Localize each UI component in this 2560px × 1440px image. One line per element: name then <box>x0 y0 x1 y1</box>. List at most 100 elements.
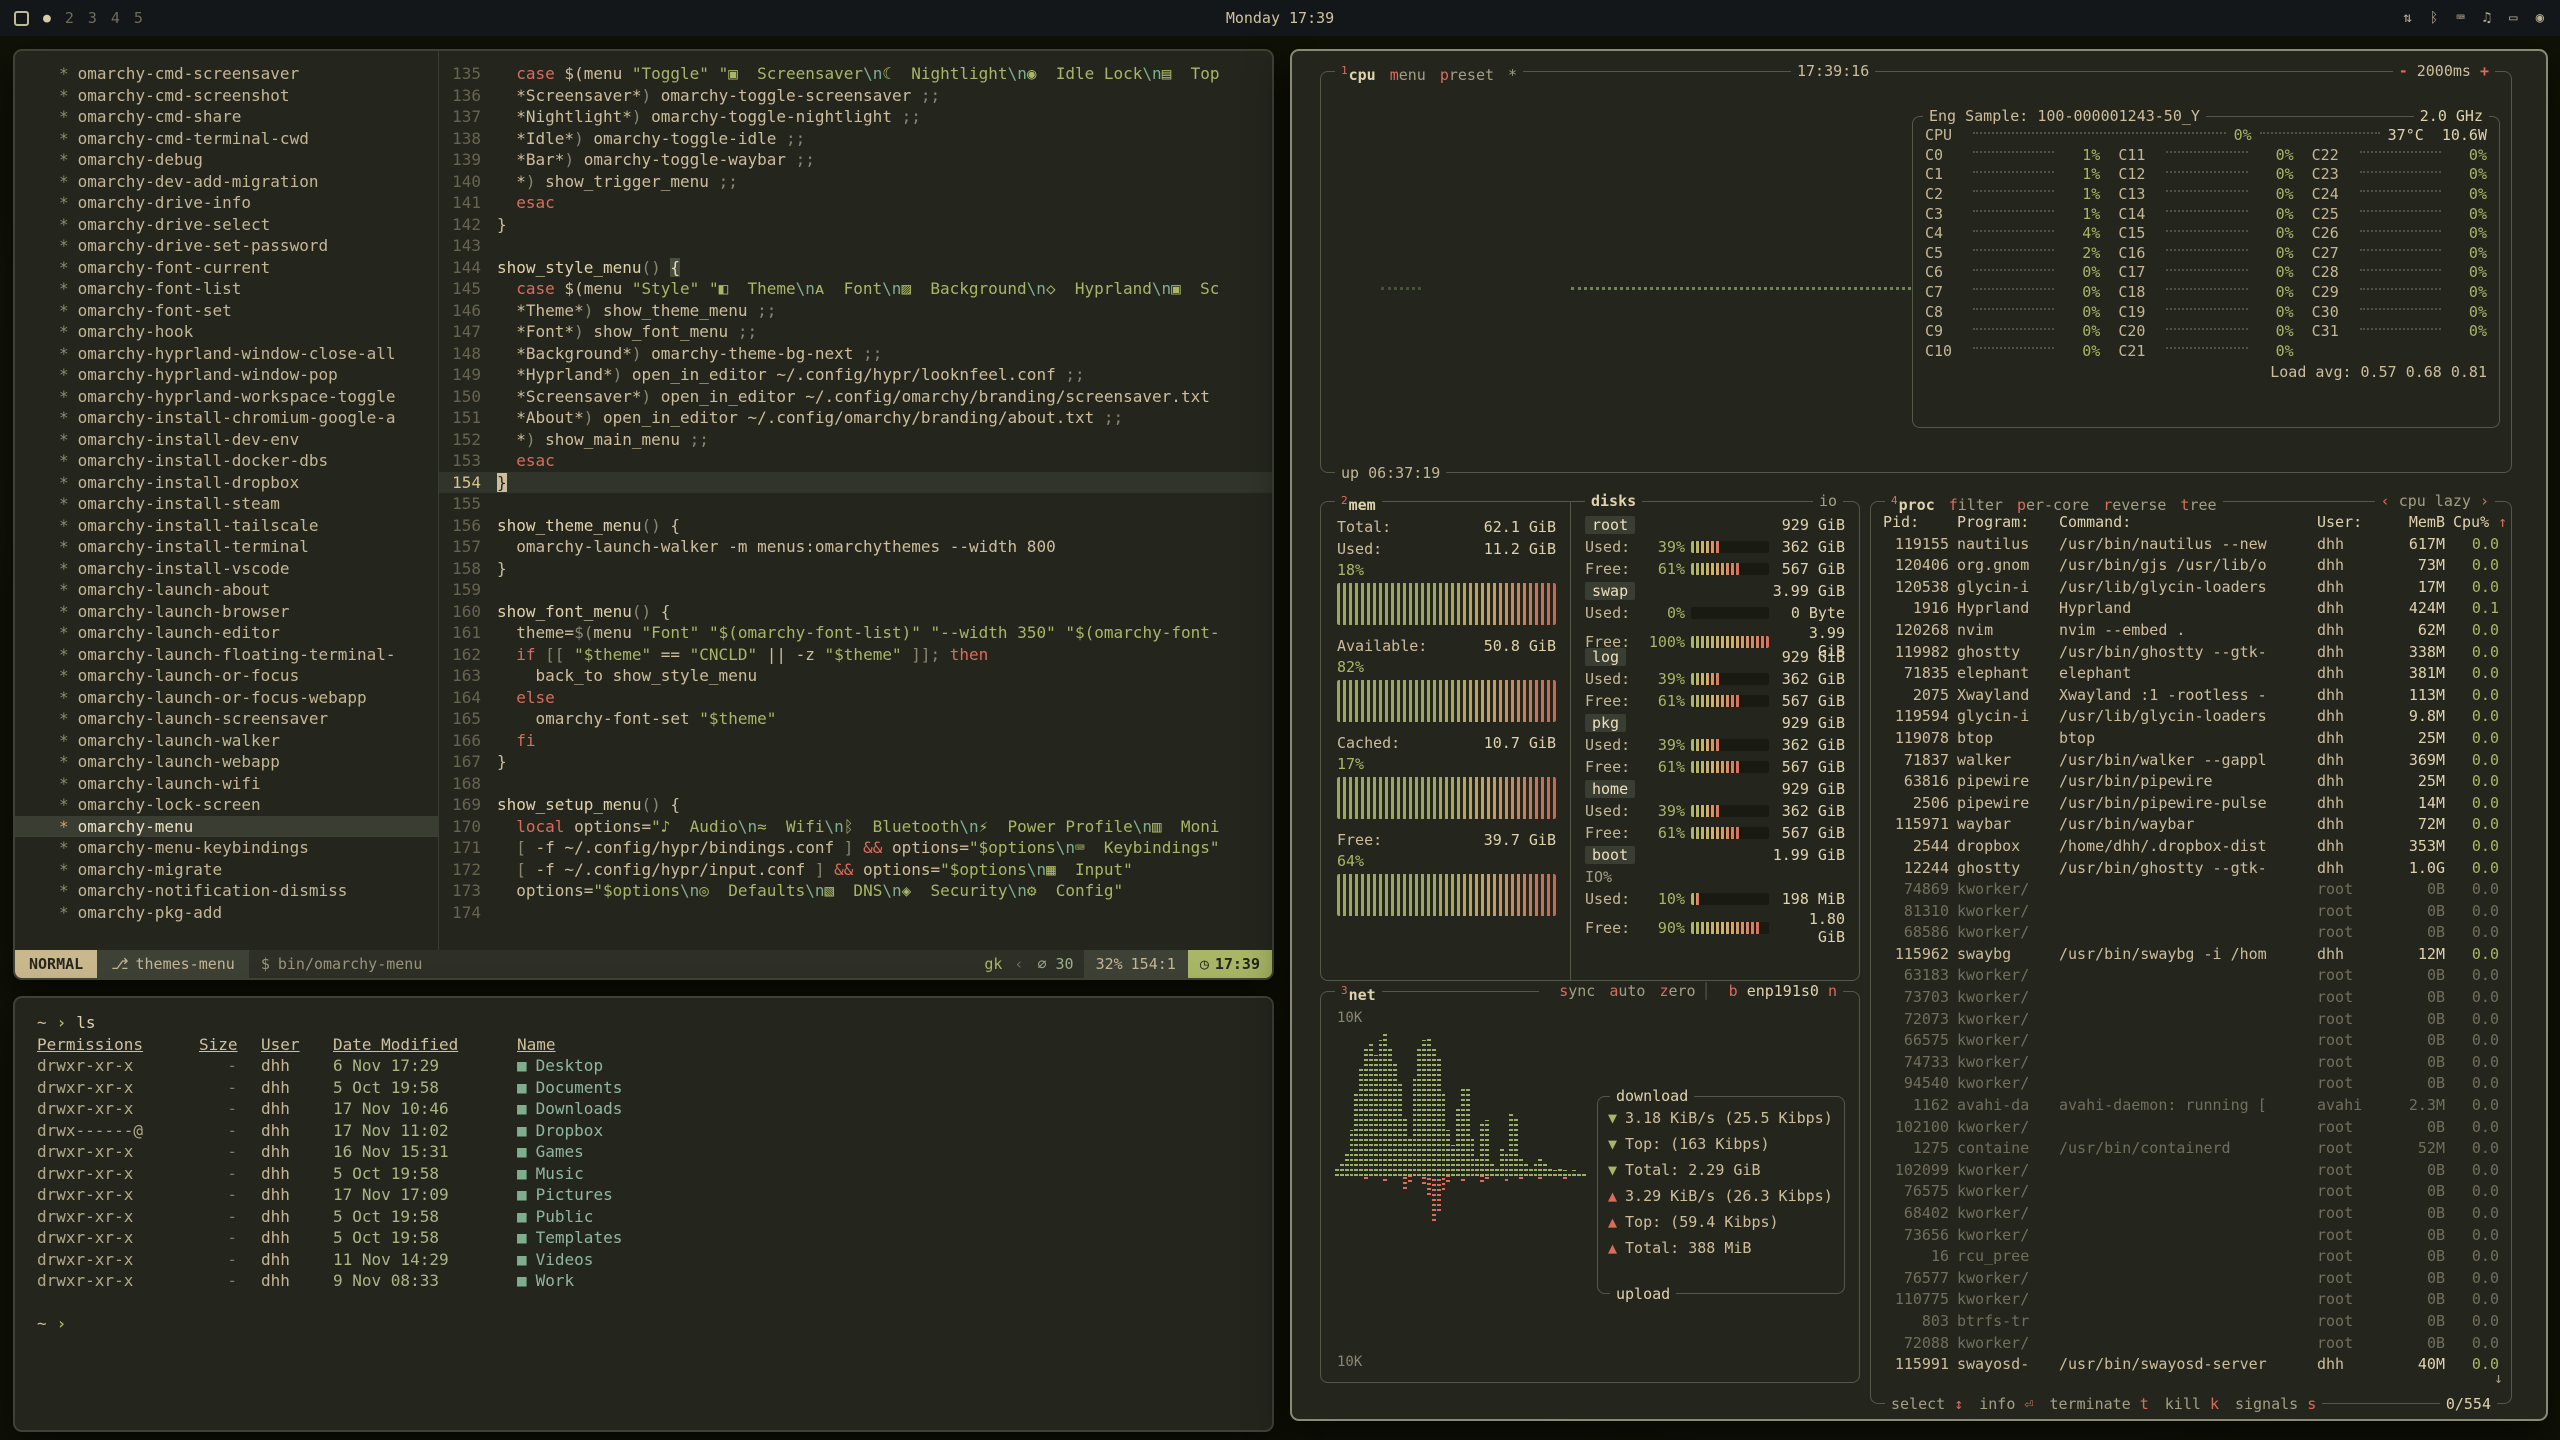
cpu-option-menu[interactable]: menu <box>1390 66 1426 84</box>
file-item[interactable]: *omarchy-menu <box>15 816 438 838</box>
net-option-zero[interactable]: zero <box>1659 982 1695 1000</box>
process-row[interactable]: 115971waybar/usr/bin/waybardhh72M0.0 <box>1871 814 2511 836</box>
proc-key-select[interactable]: select ↕ <box>1891 1394 1963 1414</box>
code-editor[interactable]: 135 case $(menu "Toggle" "▣ Screensaver\… <box>439 51 1272 950</box>
process-row[interactable]: 63183kworker/root0B0.0 <box>1871 965 2511 987</box>
process-row[interactable]: 81310kworker/root0B0.0 <box>1871 901 2511 923</box>
net-panel-title[interactable]: 3net <box>1335 981 1382 1005</box>
disk-entry[interactable]: pkg929 GiB <box>1585 712 1845 734</box>
process-row[interactable]: 120538glycin-i/usr/lib/glycin-loadersdhh… <box>1871 577 2511 599</box>
cpu-option-preset[interactable]: preset <box>1440 66 1494 84</box>
process-row[interactable]: 119594glycin-i/usr/lib/glycin-loadersdhh… <box>1871 706 2511 728</box>
update-interval[interactable]: - 2000ms + <box>2393 61 2495 81</box>
net-option-sync[interactable]: sync <box>1559 982 1595 1000</box>
process-row[interactable]: 73703kworker/root0B0.0 <box>1871 987 2511 1009</box>
proc-option-tree[interactable]: tree <box>2180 496 2216 514</box>
file-item[interactable]: *omarchy-lock-screen <box>59 794 438 816</box>
process-row[interactable]: 102099kworker/root0B0.0 <box>1871 1160 2511 1182</box>
scroll-down-icon[interactable]: ↓ <box>2494 1369 2503 1387</box>
proc-key-info[interactable]: info ⏎ <box>1979 1394 2033 1414</box>
net-option-auto[interactable]: auto <box>1609 982 1645 1000</box>
file-item[interactable]: *omarchy-launch-editor <box>59 622 438 644</box>
process-row[interactable]: 1275containe/usr/bin/containerdroot52M0.… <box>1871 1138 2511 1160</box>
file-item[interactable]: *omarchy-migrate <box>59 859 438 881</box>
process-row[interactable]: 72073kworker/root0B0.0 <box>1871 1009 2511 1031</box>
file-item[interactable]: *omarchy-install-vscode <box>59 558 438 580</box>
disk-entry[interactable]: home929 GiB <box>1585 778 1845 800</box>
process-row[interactable]: 120268nvimnvim --embed .dhh62M0.0 <box>1871 620 2511 642</box>
process-row[interactable]: 1162avahi-daavahi-daemon: running [avahi… <box>1871 1095 2511 1117</box>
file-item[interactable]: *omarchy-hook <box>59 321 438 343</box>
file-item[interactable]: *omarchy-drive-select <box>59 214 438 236</box>
file-item[interactable]: *omarchy-drive-info <box>59 192 438 214</box>
file-item[interactable]: *omarchy-launch-walker <box>59 730 438 752</box>
disk-entry[interactable]: root929 GiB <box>1585 514 1845 536</box>
process-row[interactable]: 119078btopbtopdhh25M0.0 <box>1871 728 2511 750</box>
proc-sort-mode[interactable]: ‹ cpu lazy › <box>2375 491 2495 511</box>
process-row[interactable]: 74733kworker/root0B0.0 <box>1871 1052 2511 1074</box>
proc-option-per-core[interactable]: per-core <box>2017 496 2089 514</box>
process-row[interactable]: 71835elephantelephantdhh381M0.0 <box>1871 663 2511 685</box>
file-item[interactable]: *omarchy-drive-set-password <box>59 235 438 257</box>
process-row[interactable]: 115962swaybg/usr/bin/swaybg -i /homdhh12… <box>1871 944 2511 966</box>
file-item[interactable]: *omarchy-menu-keybindings <box>59 837 438 859</box>
file-item[interactable]: *omarchy-launch-webapp <box>59 751 438 773</box>
process-row[interactable]: 94540kworker/root0B0.0 <box>1871 1073 2511 1095</box>
process-row[interactable]: 115991swayosd-/usr/bin/swayosd-serverdhh… <box>1871 1354 2511 1376</box>
file-item[interactable]: *omarchy-font-list <box>59 278 438 300</box>
terminal-window[interactable]: ~›lsPermissionsSizeUserDate ModifiedName… <box>13 996 1274 1432</box>
file-item[interactable]: *omarchy-cmd-screensaver <box>59 63 438 85</box>
file-item[interactable]: *omarchy-hyprland-window-close-all <box>59 343 438 365</box>
file-item[interactable]: *omarchy-install-docker-dbs <box>59 450 438 472</box>
file-item[interactable]: *omarchy-install-dev-env <box>59 429 438 451</box>
file-item[interactable]: *omarchy-install-dropbox <box>59 472 438 494</box>
proc-key-kill[interactable]: kill k <box>2165 1394 2219 1414</box>
file-item[interactable]: *omarchy-pkg-add <box>59 902 438 924</box>
file-item[interactable]: *omarchy-launch-or-focus-webapp <box>59 687 438 709</box>
file-item[interactable]: *omarchy-notification-dismiss <box>59 880 438 902</box>
file-item[interactable]: *omarchy-cmd-share <box>59 106 438 128</box>
process-row[interactable]: 63816pipewire/usr/bin/pipewiredhh25M0.0 <box>1871 771 2511 793</box>
process-row[interactable]: 803btrfs-trroot0B0.0 <box>1871 1311 2511 1333</box>
file-item[interactable]: *omarchy-launch-wifi <box>59 773 438 795</box>
file-item[interactable]: *omarchy-hyprland-workspace-toggle <box>59 386 438 408</box>
process-row[interactable]: 73656kworker/root0B0.0 <box>1871 1225 2511 1247</box>
file-item[interactable]: *omarchy-install-steam <box>59 493 438 515</box>
process-row[interactable]: 76577kworker/root0B0.0 <box>1871 1268 2511 1290</box>
file-item[interactable]: *omarchy-cmd-screenshot <box>59 85 438 107</box>
proc-key-terminate[interactable]: terminate t <box>2049 1394 2148 1414</box>
proc-panel-title[interactable]: 4procfilterper-corereversetree <box>1885 491 2223 515</box>
file-item[interactable]: *omarchy-font-set <box>59 300 438 322</box>
cpu-panel-title[interactable]: 1cpumenupreset* <box>1335 61 1523 85</box>
process-row[interactable]: 76575kworker/root0B0.0 <box>1871 1181 2511 1203</box>
process-row[interactable]: 74869kworker/root0B0.0 <box>1871 879 2511 901</box>
process-row[interactable]: 72088kworker/root0B0.0 <box>1871 1333 2511 1355</box>
file-item[interactable]: *omarchy-hyprland-window-pop <box>59 364 438 386</box>
process-row[interactable]: 102100kworker/root0B0.0 <box>1871 1117 2511 1139</box>
process-row[interactable]: 68402kworker/root0B0.0 <box>1871 1203 2511 1225</box>
disk-entry[interactable]: log929 GiB <box>1585 646 1845 668</box>
proc-key-signals[interactable]: signals s <box>2235 1394 2316 1414</box>
file-item[interactable]: *omarchy-cmd-terminal-cwd <box>59 128 438 150</box>
process-row[interactable]: 2544dropbox/home/dhh/.dropbox-distdhh353… <box>1871 836 2511 858</box>
process-row[interactable]: 119155nautilus/usr/bin/nautilus --newdhh… <box>1871 534 2511 556</box>
process-row[interactable]: 2075XwaylandXwayland :1 -rootless -dhh11… <box>1871 685 2511 707</box>
process-row[interactable]: 1916HyprlandHyprlanddhh424M0.1 <box>1871 598 2511 620</box>
process-row[interactable]: 71837walker/usr/bin/walker --gappldhh369… <box>1871 750 2511 772</box>
process-row[interactable]: 66575kworker/root0B0.0 <box>1871 1030 2511 1052</box>
disk-entry[interactable]: swap3.99 GiB <box>1585 580 1845 602</box>
file-item[interactable]: *omarchy-launch-floating-terminal- <box>59 644 438 666</box>
file-item[interactable]: *omarchy-install-tailscale <box>59 515 438 537</box>
file-item[interactable]: *omarchy-launch-about <box>59 579 438 601</box>
process-row[interactable]: 119982ghostty/usr/bin/ghostty --gtk-dhh3… <box>1871 642 2511 664</box>
process-row[interactable]: 2506pipewire/usr/bin/pipewire-pulsedhh14… <box>1871 793 2511 815</box>
net-options[interactable]: syncautozero▏b enp191s0 n <box>1539 981 1843 1001</box>
process-row[interactable]: 110775kworker/root0B0.0 <box>1871 1289 2511 1311</box>
file-item[interactable]: *omarchy-font-current <box>59 257 438 279</box>
editor-window[interactable]: *omarchy-cmd-screensaver*omarchy-cmd-scr… <box>13 49 1274 980</box>
process-row[interactable]: 120406org.gnom/usr/bin/gjs /usr/lib/odhh… <box>1871 555 2511 577</box>
file-item[interactable]: *omarchy-launch-screensaver <box>59 708 438 730</box>
proc-option-filter[interactable]: filter <box>1949 496 2003 514</box>
proc-header-row[interactable]: Pid:Program:Command:User:MemBCpu% ↑ <box>1871 512 2511 534</box>
file-tree[interactable]: *omarchy-cmd-screensaver*omarchy-cmd-scr… <box>15 51 439 950</box>
